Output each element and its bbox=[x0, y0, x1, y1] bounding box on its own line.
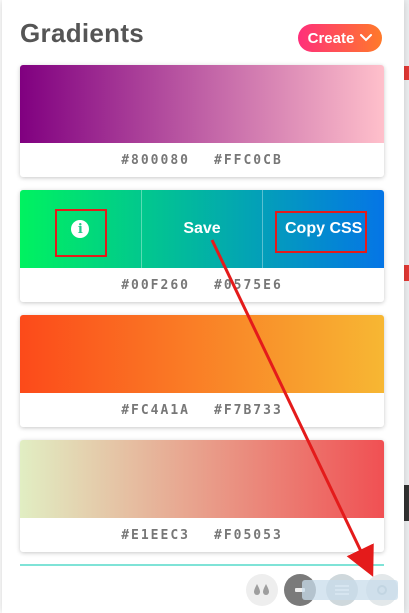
annotation-arrow bbox=[210, 239, 374, 577]
extension-popup: Gradients Create #800080 #FFC0CB i Save … bbox=[2, 0, 404, 613]
